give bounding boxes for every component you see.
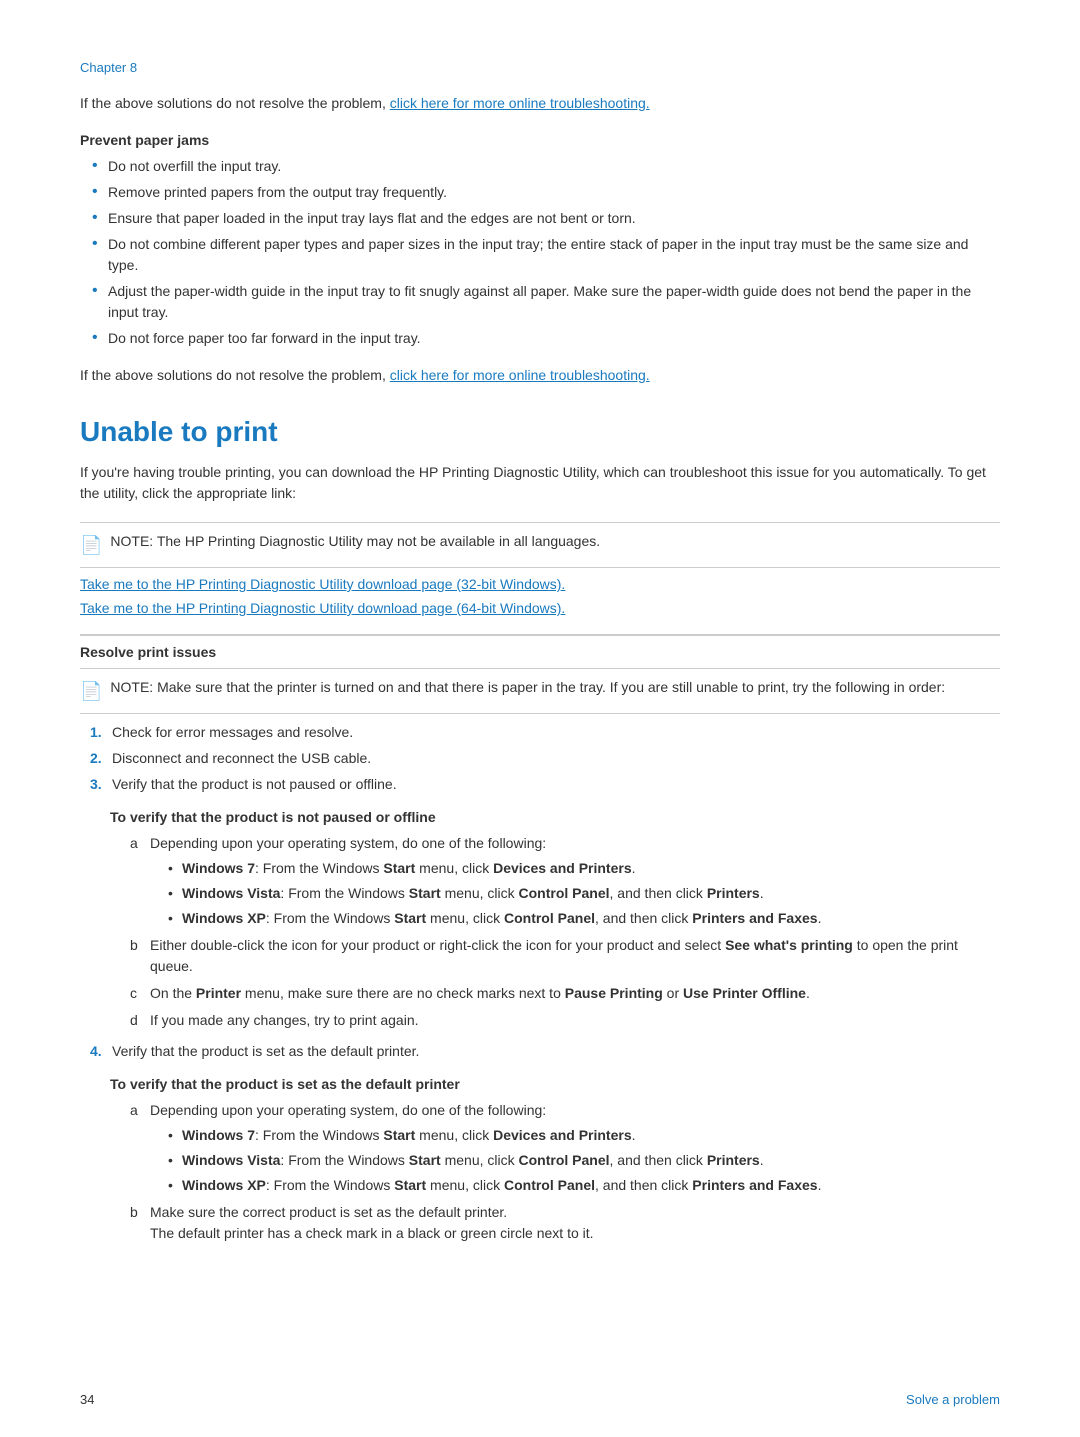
note-text-2: NOTE: Make sure that the printer is turn… bbox=[110, 677, 945, 698]
verify-default-heading: To verify that the product is set as the… bbox=[110, 1076, 1000, 1092]
footer: 34 Solve a problem bbox=[80, 1392, 1000, 1407]
list-item: Windows Vista: From the Windows Start me… bbox=[168, 883, 1000, 904]
step4-list: 4. Verify that the product is set as the… bbox=[80, 1041, 1000, 1062]
intro-paragraph: If the above solutions do not resolve th… bbox=[80, 93, 1000, 114]
note-box-1: 📄 NOTE: The HP Printing Diagnostic Utili… bbox=[80, 522, 1000, 568]
list-item: d If you made any changes, try to print … bbox=[130, 1010, 1000, 1031]
list-item: Do not force paper too far forward in th… bbox=[90, 328, 1000, 349]
windows-bullets: Windows 7: From the Windows Start menu, … bbox=[150, 858, 1000, 929]
list-item: Windows 7: From the Windows Start menu, … bbox=[168, 858, 1000, 879]
resolve-steps-list: 1. Check for error messages and resolve.… bbox=[80, 722, 1000, 795]
link-32bit[interactable]: Take me to the HP Printing Diagnostic Ut… bbox=[80, 576, 565, 592]
list-item: Windows 7: From the Windows Start menu, … bbox=[168, 1125, 1000, 1146]
note-box-2: 📄 NOTE: Make sure that the printer is tu… bbox=[80, 668, 1000, 714]
unable-to-print-intro: If you're having trouble printing, you c… bbox=[80, 462, 1000, 504]
list-item: Windows XP: From the Windows Start menu,… bbox=[168, 908, 1000, 929]
list-item: 2. Disconnect and reconnect the USB cabl… bbox=[90, 748, 1000, 769]
footer-page-number: 34 bbox=[80, 1392, 94, 1407]
note-icon-2: 📄 bbox=[80, 678, 102, 705]
list-item: Do not combine different paper types and… bbox=[90, 234, 1000, 276]
link-32bit-line: Take me to the HP Printing Diagnostic Ut… bbox=[80, 576, 1000, 592]
list-item: c On the Printer menu, make sure there a… bbox=[130, 983, 1000, 1004]
list-item: Windows Vista: From the Windows Start me… bbox=[168, 1150, 1000, 1171]
list-item: Windows XP: From the Windows Start menu,… bbox=[168, 1175, 1000, 1196]
windows-bullets-default: Windows 7: From the Windows Start menu, … bbox=[150, 1125, 1000, 1196]
list-item: Adjust the paper-width guide in the inpu… bbox=[90, 281, 1000, 323]
list-item: b Make sure the correct product is set a… bbox=[130, 1202, 1000, 1244]
link-64bit[interactable]: Take me to the HP Printing Diagnostic Ut… bbox=[80, 600, 565, 616]
verify-offline-section: To verify that the product is not paused… bbox=[80, 809, 1000, 1031]
list-item: Ensure that paper loaded in the input tr… bbox=[90, 208, 1000, 229]
list-item: 1. Check for error messages and resolve. bbox=[90, 722, 1000, 743]
list-item: a Depending upon your operating system, … bbox=[130, 1100, 1000, 1196]
note-text-1: NOTE: The HP Printing Diagnostic Utility… bbox=[110, 531, 600, 552]
chapter-label: Chapter 8 bbox=[80, 60, 1000, 75]
verify-default-alpha-list: a Depending upon your operating system, … bbox=[110, 1100, 1000, 1244]
troubleshooting-link-2[interactable]: click here for more online troubleshooti… bbox=[390, 367, 650, 383]
list-item: b Either double-click the icon for your … bbox=[130, 935, 1000, 977]
outro-paragraph: If the above solutions do not resolve th… bbox=[80, 365, 1000, 386]
list-item: 3. Verify that the product is not paused… bbox=[90, 774, 1000, 795]
footer-section-label: Solve a problem bbox=[906, 1392, 1000, 1407]
prevent-jams-heading: Prevent paper jams bbox=[80, 132, 1000, 148]
list-item: Remove printed papers from the output tr… bbox=[90, 182, 1000, 203]
verify-default-section: To verify that the product is set as the… bbox=[80, 1076, 1000, 1244]
list-item: a Depending upon your operating system, … bbox=[130, 833, 1000, 929]
verify-offline-heading: To verify that the product is not paused… bbox=[110, 809, 1000, 825]
prevent-jams-list: Do not overfill the input tray. Remove p… bbox=[80, 156, 1000, 349]
unable-to-print-heading: Unable to print bbox=[80, 416, 1000, 448]
resolve-heading: Resolve print issues bbox=[80, 634, 1000, 660]
troubleshooting-link-1[interactable]: click here for more online troubleshooti… bbox=[390, 95, 650, 111]
link-64bit-line: Take me to the HP Printing Diagnostic Ut… bbox=[80, 600, 1000, 616]
list-item: 4. Verify that the product is set as the… bbox=[90, 1041, 1000, 1062]
note-icon-1: 📄 bbox=[80, 532, 102, 559]
list-item: Do not overfill the input tray. bbox=[90, 156, 1000, 177]
prevent-jams-section: Prevent paper jams Do not overfill the i… bbox=[80, 132, 1000, 349]
verify-offline-alpha-list: a Depending upon your operating system, … bbox=[110, 833, 1000, 1031]
